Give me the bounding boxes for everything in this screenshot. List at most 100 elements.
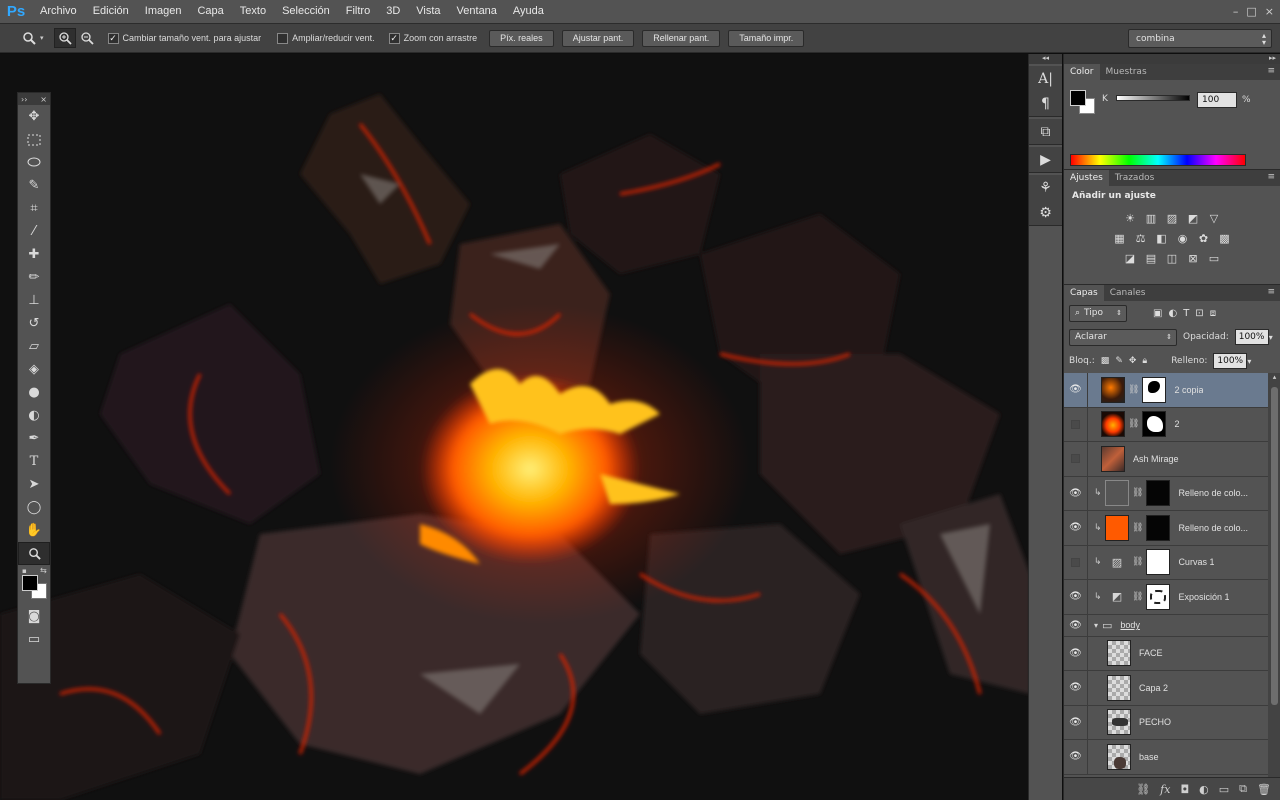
- panels-collapse-icon[interactable]: ▸▸: [1064, 54, 1280, 64]
- collapse-icon[interactable]: ››: [21, 95, 27, 104]
- visibility-eye-icon[interactable]: 👁︎: [1064, 373, 1088, 407]
- zoom-tool-icon[interactable]: [18, 542, 50, 565]
- photo-filter-icon[interactable]: ◉: [1174, 231, 1191, 246]
- crop-tool-icon[interactable]: ⌗: [18, 197, 50, 220]
- eyedropper-tool-icon[interactable]: ⁄: [18, 220, 50, 243]
- visibility-off-icon[interactable]: [1064, 545, 1088, 580]
- lock-position-icon[interactable]: ✥: [1129, 356, 1137, 366]
- filter-pixel-icon[interactable]: ▣: [1153, 308, 1162, 319]
- layer-row[interactable]: ↳ ▨ ⛓︎ Curvas 1: [1064, 545, 1268, 580]
- menu-edicion[interactable]: Edición: [85, 0, 137, 23]
- color-balance-icon[interactable]: ⚖: [1132, 231, 1149, 246]
- threshold-icon[interactable]: ◫: [1164, 251, 1181, 266]
- zoom-out-icon[interactable]: [76, 28, 98, 48]
- fill-field[interactable]: 100%: [1213, 353, 1248, 369]
- new-layer-icon[interactable]: ⧉: [1239, 782, 1247, 796]
- panel-menu-icon[interactable]: ≡: [1267, 172, 1275, 182]
- clone-stamp-tool-icon[interactable]: ⊥: [18, 289, 50, 312]
- chevron-down-icon[interactable]: ▾: [40, 34, 44, 42]
- menu-ayuda[interactable]: Ayuda: [505, 0, 552, 23]
- history-panel-icon[interactable]: ⧉: [1029, 119, 1062, 144]
- k-value-field[interactable]: 100: [1197, 92, 1237, 108]
- invert-icon[interactable]: ◪: [1122, 251, 1139, 266]
- visibility-off-icon[interactable]: [1064, 441, 1088, 476]
- vibrance-icon[interactable]: ▽: [1206, 211, 1223, 226]
- menu-vista[interactable]: Vista: [408, 0, 448, 23]
- eraser-tool-icon[interactable]: ▱: [18, 335, 50, 358]
- scrollbar-thumb[interactable]: [1271, 387, 1278, 705]
- lock-all-icon[interactable]: 🔒︎: [1142, 356, 1147, 366]
- posterize-icon[interactable]: ▤: [1143, 251, 1160, 266]
- layer-row[interactable]: 👁︎ ↳ ⛓︎ Relleno de colo...: [1064, 476, 1268, 511]
- hue-saturation-icon[interactable]: ▦: [1111, 231, 1128, 246]
- hand-tool-icon[interactable]: ✋: [18, 519, 50, 542]
- visibility-eye-icon[interactable]: 👁︎: [1064, 476, 1088, 511]
- gradient-map-icon[interactable]: ▭: [1206, 251, 1223, 266]
- menu-3d[interactable]: 3D: [378, 0, 408, 23]
- menu-filtro[interactable]: Filtro: [338, 0, 378, 23]
- menu-imagen[interactable]: Imagen: [137, 0, 190, 23]
- move-tool-icon[interactable]: ✥: [18, 105, 50, 128]
- black-white-icon[interactable]: ◧: [1153, 231, 1170, 246]
- visibility-eye-icon[interactable]: 👁︎: [1064, 614, 1088, 636]
- quick-mask-icon[interactable]: ◙: [18, 605, 50, 628]
- pen-tool-icon[interactable]: ✒: [18, 427, 50, 450]
- default-colors-icon[interactable]: ▪: [22, 567, 27, 575]
- link-layers-icon[interactable]: ⛓︎: [1136, 783, 1150, 796]
- layer-row[interactable]: 👁︎ base: [1064, 739, 1268, 775]
- menu-texto[interactable]: Texto: [232, 0, 274, 23]
- panel-menu-icon[interactable]: ≡: [1267, 287, 1275, 297]
- zoom-tool-preset-icon[interactable]: [18, 28, 40, 48]
- layer-group-row[interactable]: 👁︎ ▾ ▭ body: [1064, 614, 1268, 637]
- tab-color[interactable]: Color: [1064, 64, 1100, 80]
- fill-dropdown-icon[interactable]: ▾: [1247, 357, 1251, 366]
- color-lookup-icon[interactable]: ▩: [1216, 231, 1233, 246]
- filter-shape-icon[interactable]: ⊡: [1195, 308, 1203, 319]
- minimize-icon[interactable]: –: [1233, 5, 1239, 18]
- foreground-color-swatch[interactable]: [1070, 90, 1086, 106]
- fit-screen-button[interactable]: Ajustar pant.: [561, 29, 635, 47]
- filter-type-icon[interactable]: T: [1183, 308, 1189, 319]
- opacity-dropdown-icon[interactable]: ▾: [1269, 333, 1273, 342]
- zoom-all-windows-checkbox[interactable]: Ampliar/reducir vent.: [277, 32, 375, 44]
- group-expand-icon[interactable]: ▾: [1094, 621, 1098, 630]
- new-group-icon[interactable]: ▭: [1219, 783, 1229, 796]
- layer-style-icon[interactable]: fx: [1160, 783, 1170, 796]
- panel-menu-icon[interactable]: ≡: [1267, 66, 1275, 76]
- blend-mode-select[interactable]: Aclarar ⇕: [1069, 328, 1177, 346]
- visibility-eye-icon[interactable]: 👁︎: [1064, 705, 1088, 740]
- marquee-tool-icon[interactable]: [18, 128, 50, 151]
- character-panel-icon[interactable]: A|: [1029, 66, 1062, 91]
- tool-presets-icon[interactable]: ⚙: [1029, 200, 1062, 225]
- foreground-color-swatch[interactable]: [22, 575, 38, 591]
- tab-channels[interactable]: Canales: [1104, 285, 1152, 301]
- layer-row[interactable]: 👁︎ ↳ ◩ ⛓︎ Exposición 1: [1064, 579, 1268, 615]
- menu-seleccion[interactable]: Selección: [274, 0, 338, 23]
- new-adjustment-icon[interactable]: ◐: [1199, 783, 1209, 796]
- selective-color-icon[interactable]: ⊠: [1185, 251, 1202, 266]
- color-swatches[interactable]: ▪ ⇆: [18, 565, 50, 605]
- expand-panels-icon[interactable]: ◂◂: [1029, 54, 1062, 64]
- opacity-field[interactable]: 100%: [1234, 329, 1269, 345]
- filter-smart-object-icon[interactable]: ⧈: [1210, 308, 1216, 319]
- scrubby-zoom-checkbox[interactable]: ✓ Zoom con arrastre: [388, 32, 477, 44]
- tab-paths[interactable]: Trazados: [1109, 170, 1161, 186]
- menu-ventana[interactable]: Ventana: [449, 0, 505, 23]
- visibility-off-icon[interactable]: [1064, 407, 1088, 442]
- tab-layers[interactable]: Capas: [1064, 285, 1104, 301]
- paragraph-panel-icon[interactable]: ¶: [1029, 91, 1062, 116]
- healing-brush-tool-icon[interactable]: ✚: [18, 243, 50, 266]
- ellipse-tool-icon[interactable]: ◯: [18, 496, 50, 519]
- layer-filter-select[interactable]: ⌕ Tipo ⇕: [1069, 304, 1127, 322]
- curves-icon[interactable]: ▨: [1164, 211, 1181, 226]
- fill-screen-button[interactable]: Rellenar pant.: [642, 29, 721, 47]
- trash-icon[interactable]: 🗑︎: [1257, 783, 1271, 796]
- k-slider[interactable]: [1116, 95, 1190, 101]
- print-size-button[interactable]: Tamaño impr.: [728, 29, 805, 47]
- brightness-contrast-icon[interactable]: ☀: [1122, 211, 1139, 226]
- menu-capa[interactable]: Capa: [189, 0, 231, 23]
- exposure-icon[interactable]: ◩: [1185, 211, 1202, 226]
- filter-adjustment-icon[interactable]: ◐: [1168, 308, 1177, 319]
- channel-mixer-icon[interactable]: ✿: [1195, 231, 1212, 246]
- layer-row[interactable]: 👁︎ FACE: [1064, 636, 1268, 671]
